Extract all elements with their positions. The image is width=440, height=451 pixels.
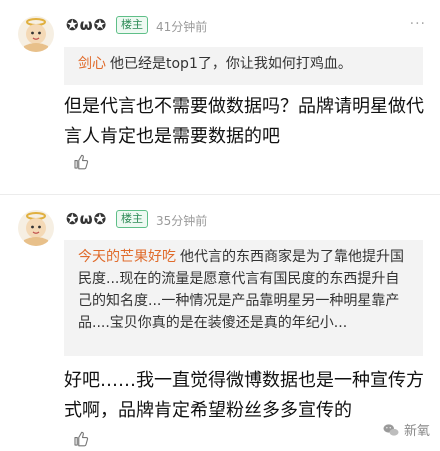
thumb-up-icon[interactable]	[72, 430, 90, 448]
thumb-up-icon[interactable]	[72, 153, 90, 171]
watermark-text: 新氧	[403, 424, 430, 439]
op-badge: 楼主	[116, 16, 148, 34]
angel-avatar-icon	[24, 18, 48, 52]
avatar[interactable]	[18, 16, 54, 52]
quoted-reply[interactable]: 今天的芒果好吃 他代言的东西商家是为了靠他提升国民度...现在的流量是愿意代言有国…	[64, 240, 423, 356]
comment-body: 但是代言也不需要做数据吗？品牌请明星做代言人肯定也是需要数据的吧	[64, 96, 424, 147]
quote-author[interactable]: 今天的芒果好吃	[78, 249, 176, 265]
watermark: 新氧	[382, 420, 430, 439]
avatar[interactable]	[18, 210, 54, 246]
username[interactable]: ✪ω✪	[66, 16, 107, 34]
timestamp: 41分钟前	[156, 20, 208, 34]
wechat-icon	[383, 423, 399, 436]
quote-text: 他已经是top1了，你让我如何打鸡血。	[110, 56, 352, 72]
angel-avatar-icon	[24, 212, 48, 246]
comment-1: ✪ω✪ 楼主 41分钟前 ··· 剑心 他已经是top1了，你让我如何打鸡血。 但…	[0, 0, 440, 200]
comment-2: ✪ω✪ 楼主 35分钟前 今天的芒果好吃 他代言的东西商家是为了靠他提升国民度..…	[0, 200, 440, 451]
timestamp: 35分钟前	[156, 214, 208, 228]
divider	[0, 194, 440, 195]
comment-body: 好吧……我一直觉得微博数据也是一种宣传方式啊，品牌肯定希望粉丝多多宣传的	[64, 370, 424, 421]
username[interactable]: ✪ω✪	[66, 210, 107, 228]
quoted-reply[interactable]: 剑心 他已经是top1了，你让我如何打鸡血。	[64, 47, 423, 85]
more-options-icon[interactable]: ···	[410, 16, 426, 32]
quote-author[interactable]: 剑心	[78, 56, 106, 72]
op-badge: 楼主	[116, 210, 148, 228]
